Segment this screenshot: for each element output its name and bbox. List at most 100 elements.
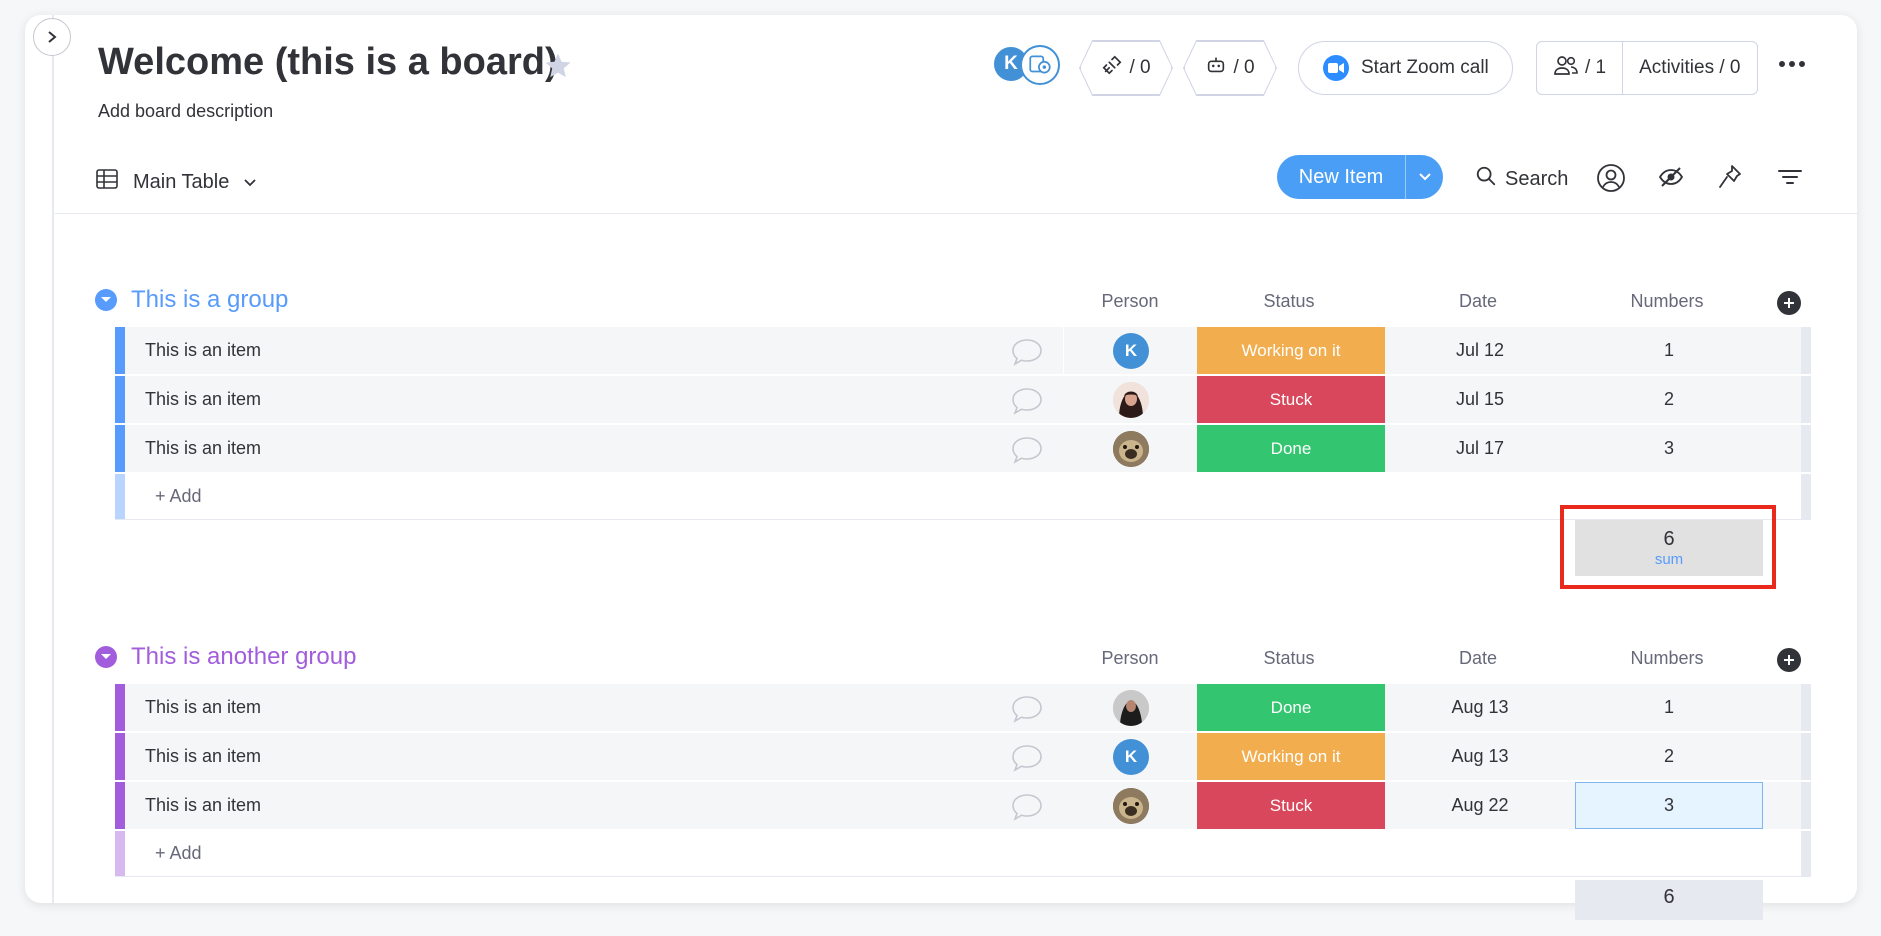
group-collapse-icon[interactable] bbox=[95, 289, 117, 311]
numbers-cell[interactable]: 2 bbox=[1575, 376, 1763, 423]
header-divider bbox=[55, 213, 1857, 214]
group-2-header[interactable]: This is another group bbox=[95, 643, 356, 671]
date-cell[interactable]: Aug 22 bbox=[1385, 782, 1575, 829]
tab-main-table[interactable]: Main Table bbox=[95, 167, 257, 197]
table-row[interactable]: This is an item K Working on it Aug 13 2 bbox=[115, 733, 1811, 781]
item-name[interactable]: This is an item bbox=[145, 733, 261, 780]
zoom-icon bbox=[1323, 55, 1349, 81]
row-end bbox=[1801, 782, 1811, 829]
start-zoom-call-button[interactable]: Start Zoom call bbox=[1298, 41, 1513, 95]
search-label: Search bbox=[1505, 167, 1569, 190]
group-title[interactable]: This is another group bbox=[131, 643, 356, 671]
row-end bbox=[1801, 327, 1811, 374]
column-header-status[interactable]: Status bbox=[1195, 648, 1383, 669]
date-cell[interactable]: Aug 13 bbox=[1385, 684, 1575, 731]
board-title[interactable]: Welcome (this is a board) bbox=[98, 41, 558, 84]
comment-icon[interactable] bbox=[1010, 792, 1044, 827]
new-item-label[interactable]: New Item bbox=[1277, 155, 1405, 199]
numbers-cell[interactable]: 1 bbox=[1575, 684, 1763, 731]
add-column-icon[interactable] bbox=[1777, 291, 1801, 315]
status-cell[interactable]: Stuck bbox=[1197, 376, 1385, 423]
add-item-input[interactable]: + Add bbox=[155, 831, 202, 876]
numbers-sum-cell[interactable]: 6 bbox=[1575, 880, 1763, 920]
column-header-numbers[interactable]: Numbers bbox=[1573, 291, 1761, 312]
table-row[interactable]: This is an item K Working on it Jul 12 1 bbox=[115, 327, 1811, 375]
person-cell[interactable] bbox=[1065, 376, 1197, 423]
user-photo-avatar bbox=[1113, 689, 1149, 726]
column-header-status[interactable]: Status bbox=[1195, 291, 1383, 312]
chevron-down-icon[interactable] bbox=[243, 171, 257, 194]
members-button[interactable]: / 1 bbox=[1537, 42, 1624, 94]
board-description[interactable]: Add board description bbox=[98, 101, 273, 122]
group-1-header[interactable]: This is a group bbox=[95, 286, 288, 314]
search-button[interactable]: Search bbox=[1475, 165, 1568, 193]
avatar: K bbox=[1113, 738, 1149, 775]
comment-icon[interactable] bbox=[1010, 694, 1044, 729]
activities-button[interactable]: Activities / 0 bbox=[1623, 57, 1756, 79]
item-name[interactable]: This is an item bbox=[145, 782, 261, 829]
column-header-date[interactable]: Date bbox=[1383, 291, 1573, 312]
date-cell[interactable]: Jul 17 bbox=[1385, 425, 1575, 472]
filter-icon[interactable] bbox=[1777, 163, 1803, 196]
date-cell[interactable]: Jul 15 bbox=[1385, 376, 1575, 423]
comment-icon[interactable] bbox=[1010, 337, 1044, 372]
date-cell[interactable]: Jul 12 bbox=[1385, 327, 1575, 374]
new-item-button[interactable]: New Item bbox=[1277, 155, 1443, 199]
table-row[interactable]: This is an item Done Aug 13 1 bbox=[115, 684, 1811, 732]
item-name[interactable]: This is an item bbox=[145, 376, 261, 423]
status-cell[interactable]: Done bbox=[1197, 684, 1385, 731]
item-name[interactable]: This is an item bbox=[145, 425, 261, 472]
row-end bbox=[1801, 684, 1811, 731]
pin-icon[interactable] bbox=[1717, 163, 1743, 196]
person-cell[interactable]: K bbox=[1065, 327, 1197, 374]
numbers-cell[interactable]: 3 bbox=[1575, 425, 1763, 472]
integrations-button[interactable]: / 0 bbox=[1080, 41, 1172, 95]
more-options-icon[interactable] bbox=[1778, 55, 1806, 73]
item-name[interactable]: This is an item bbox=[145, 327, 261, 374]
row-color-bar bbox=[115, 474, 125, 519]
expand-sidebar-button[interactable] bbox=[33, 18, 71, 56]
row-color-bar bbox=[115, 425, 125, 472]
column-header-person[interactable]: Person bbox=[1065, 648, 1195, 669]
star-icon[interactable] bbox=[543, 51, 573, 86]
table-row[interactable]: This is an item Stuck Jul 15 2 bbox=[115, 376, 1811, 424]
person-filter-icon[interactable] bbox=[1596, 163, 1626, 198]
status-cell[interactable]: Done bbox=[1197, 425, 1385, 472]
status-cell[interactable]: Working on it bbox=[1197, 733, 1385, 780]
add-column-icon[interactable] bbox=[1777, 648, 1801, 672]
automations-count: / 0 bbox=[1233, 57, 1255, 78]
automations-button[interactable]: / 0 bbox=[1184, 41, 1276, 95]
status-cell[interactable]: Working on it bbox=[1197, 327, 1385, 374]
members-activities: / 1 Activities / 0 bbox=[1536, 41, 1758, 95]
person-cell[interactable] bbox=[1065, 425, 1197, 472]
numbers-cell-selected[interactable]: 3 bbox=[1575, 782, 1763, 829]
comment-icon[interactable] bbox=[1010, 743, 1044, 778]
table-row[interactable]: This is an item Stuck Aug 22 3 bbox=[115, 782, 1811, 830]
row-color-bar bbox=[115, 733, 125, 780]
add-item-input[interactable]: + Add bbox=[155, 474, 202, 519]
hide-columns-icon[interactable] bbox=[1657, 163, 1685, 196]
group-collapse-icon[interactable] bbox=[95, 646, 117, 668]
person-cell[interactable] bbox=[1065, 782, 1197, 829]
numbers-cell[interactable]: 2 bbox=[1575, 733, 1763, 780]
dog-photo-avatar bbox=[1113, 787, 1149, 824]
column-header-person[interactable]: Person bbox=[1065, 291, 1195, 312]
comment-icon[interactable] bbox=[1010, 435, 1044, 470]
person-cell[interactable] bbox=[1065, 684, 1197, 731]
status-cell[interactable]: Stuck bbox=[1197, 782, 1385, 829]
column-header-numbers[interactable]: Numbers bbox=[1573, 648, 1761, 669]
integrations-count: / 0 bbox=[1129, 57, 1151, 78]
person-cell[interactable]: K bbox=[1065, 733, 1197, 780]
chevron-down-icon[interactable] bbox=[1405, 155, 1443, 199]
column-header-date[interactable]: Date bbox=[1383, 648, 1573, 669]
board-members-avatars[interactable]: K bbox=[992, 45, 1064, 85]
group-title[interactable]: This is a group bbox=[131, 286, 288, 314]
date-cell[interactable]: Aug 13 bbox=[1385, 733, 1575, 780]
item-name[interactable]: This is an item bbox=[145, 684, 261, 731]
table-row[interactable]: This is an item Done Jul 17 3 bbox=[115, 425, 1811, 473]
comment-icon[interactable] bbox=[1010, 386, 1044, 421]
add-item-row[interactable]: + Add bbox=[115, 474, 1811, 520]
guest-avatar[interactable] bbox=[1020, 45, 1060, 85]
numbers-cell[interactable]: 1 bbox=[1575, 327, 1763, 374]
add-item-row[interactable]: + Add bbox=[115, 831, 1811, 877]
